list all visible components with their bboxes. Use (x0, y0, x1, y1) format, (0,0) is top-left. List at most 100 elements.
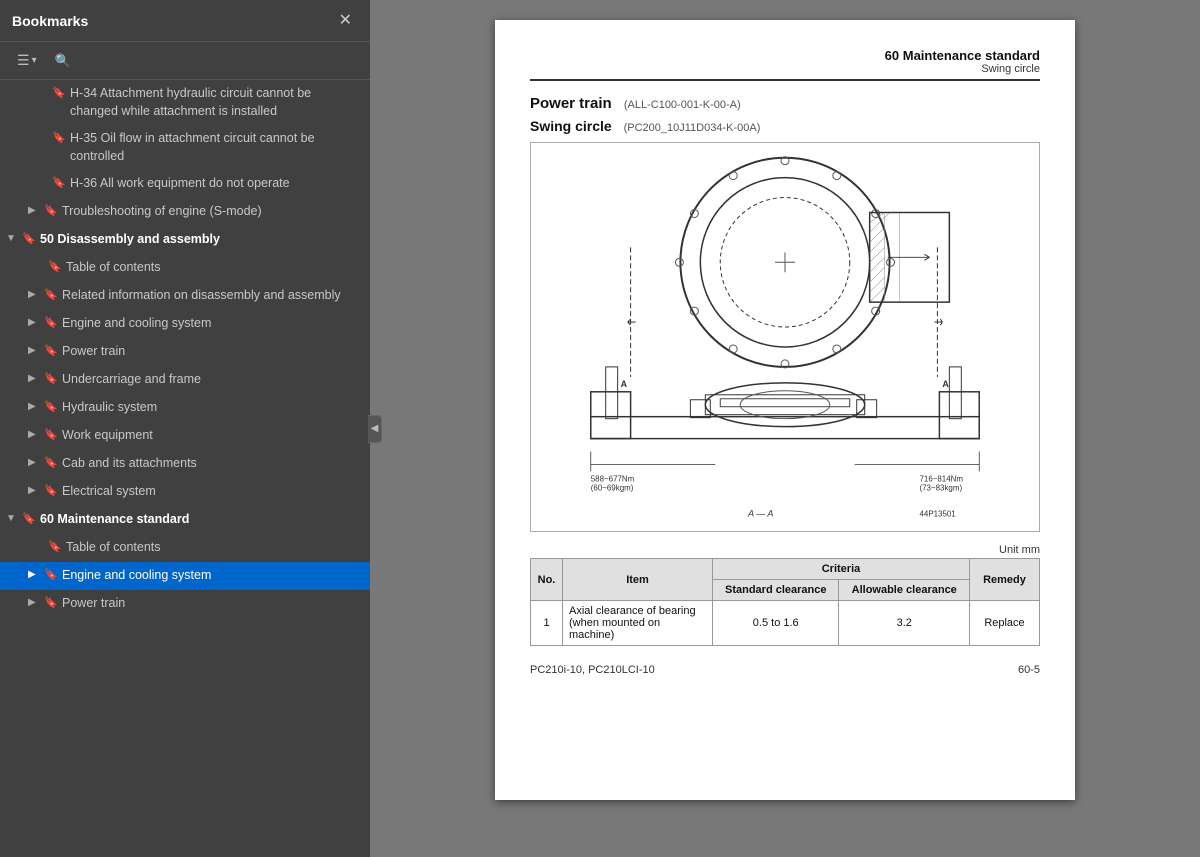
bookmark-item-engine60[interactable]: ▶ 🔖 Engine and cooling system (0, 562, 370, 590)
bookmark-icon: 🔖 (52, 176, 66, 191)
cell-item: Axial clearance of bearing (when mounted… (563, 601, 713, 646)
expand-all-button[interactable]: ☰ ▾ (10, 48, 44, 73)
bookmark-item-toc60[interactable]: 🔖 Table of contents (0, 534, 370, 562)
close-button[interactable]: ✕ (333, 11, 358, 31)
bookmark-label: H-34 Attachment hydraulic circuit cannot… (70, 85, 360, 120)
bookmark-label: Engine and cooling system (62, 567, 360, 585)
bookmark-label: 50 Disassembly and assembly (40, 231, 360, 249)
bookmark-item-electrical50[interactable]: ▶ 🔖 Electrical system (0, 478, 370, 506)
svg-text:A — A: A — A (747, 508, 773, 518)
cell-allowable: 3.2 (839, 601, 970, 646)
table-row: 1 Axial clearance of bearing (when mount… (531, 601, 1040, 646)
page-container: 60 Maintenance standard Swing circle Pow… (370, 0, 1200, 857)
bookmark-item-troubleshooting[interactable]: ▶ 🔖 Troubleshooting of engine (S-mode) (0, 198, 370, 226)
bookmark-icon: 🔖 (44, 428, 58, 443)
chevron-right-icon: ▶ (28, 400, 42, 414)
footer-page: 60-5 (1018, 664, 1040, 676)
bookmark-item-h36[interactable]: 🔖 H-36 All work equipment do not operate (0, 170, 370, 198)
svg-text:A: A (942, 379, 949, 389)
bookmark-item-undercarriage50[interactable]: ▶ 🔖 Undercarriage and frame (0, 366, 370, 394)
col-header-no: No. (531, 559, 563, 601)
bookmark-item-toc50[interactable]: 🔖 Table of contents (0, 254, 370, 282)
bookmark-icon: 🔖 (44, 456, 58, 471)
chevron-right-icon: ▶ (28, 204, 42, 218)
bookmark-label: Table of contents (66, 539, 360, 557)
sidebar-header: Bookmarks ✕ (0, 0, 370, 42)
chevron-right-icon: ▶ (28, 344, 42, 358)
svg-text:716~814Nm: 716~814Nm (919, 474, 963, 483)
bookmark-icon: 🔖 (44, 484, 58, 499)
bookmark-label: Power train (62, 343, 360, 361)
bookmark-icon: 🔖 (44, 204, 58, 219)
bookmark-item-h34[interactable]: 🔖 H-34 Attachment hydraulic circuit cann… (0, 80, 370, 125)
chevron-right-icon: ▶ (28, 288, 42, 302)
chevron-right-icon: ▶ (28, 372, 42, 386)
svg-text:A: A (621, 379, 628, 389)
bookmark-item-workequip50[interactable]: ▶ 🔖 Work equipment (0, 422, 370, 450)
main-content: 60 Maintenance standard Swing circle Pow… (370, 0, 1200, 857)
bookmark-icon: 🔖 (44, 400, 58, 415)
bookmark-label: Electrical system (62, 483, 360, 501)
bookmark-icon: 🔖 (52, 131, 66, 146)
section-code: (ALL-C100-001-K-00-A) (624, 99, 741, 111)
document-footer: PC210i-10, PC210LCI-10 60-5 (530, 664, 1040, 676)
cell-remedy: Replace (970, 601, 1040, 646)
bookmark-item-cab50[interactable]: ▶ 🔖 Cab and its attachments (0, 450, 370, 478)
bookmark-item-section60[interactable]: ▼ 🔖 60 Maintenance standard (0, 506, 370, 534)
bookmark-icon: 🔖 (44, 568, 58, 583)
bookmark-label: Related information on disassembly and a… (62, 287, 360, 305)
bookmark-item-engine50[interactable]: ▶ 🔖 Engine and cooling system (0, 310, 370, 338)
chevron-down-icon: ▼ (6, 232, 20, 246)
chevron-right-icon: ▶ (28, 596, 42, 610)
col-header-item: Item (563, 559, 713, 601)
bookmark-item-powertrain60[interactable]: ▶ 🔖 Power train (0, 590, 370, 618)
footer-model: PC210i-10, PC210LCI-10 (530, 664, 655, 676)
bookmark-item-powertrain50[interactable]: ▶ 🔖 Power train (0, 338, 370, 366)
bookmark-label: Engine and cooling system (62, 315, 360, 333)
section-heading-text: Power train (530, 95, 612, 112)
bookmark-item-section50[interactable]: ▼ 🔖 50 Disassembly and assembly (0, 226, 370, 254)
data-table: No. Item Criteria Remedy Standard cleara… (530, 558, 1040, 646)
bookmark-item-hydraulic50[interactable]: ▶ 🔖 Hydraulic system (0, 394, 370, 422)
cell-standard: 0.5 to 1.6 (713, 601, 839, 646)
bookmark-icon: 🔖 (48, 540, 62, 555)
col-header-remedy: Remedy (970, 559, 1040, 601)
bookmark-list: 🔖 H-34 Attachment hydraulic circuit cann… (0, 80, 370, 857)
bookmark-icon: 🔖 (48, 260, 62, 275)
doc-header-subtitle: Swing circle (530, 63, 1040, 75)
bookmark-icon: 🔖 (44, 344, 58, 359)
diagram-svg: 588~677Nm (60~69kgm) 716~814Nm (73~83kgm… (531, 143, 1039, 531)
bookmark-icon: 🔖 (44, 288, 58, 303)
col-header-standard: Standard clearance (713, 580, 839, 601)
col-header-allowable: Allowable clearance (839, 580, 970, 601)
svg-text:588~677Nm: 588~677Nm (591, 474, 635, 483)
bookmark-item-related[interactable]: ▶ 🔖 Related information on disassembly a… (0, 282, 370, 310)
sidebar-panel: Bookmarks ✕ ☰ ▾ 🔍 🔖 H-34 Attachment hydr… (0, 0, 370, 857)
bookmark-item-h35[interactable]: 🔖 H-35 Oil flow in attachment circuit ca… (0, 125, 370, 170)
unit-label: Unit mm (530, 544, 1040, 556)
technical-diagram: 588~677Nm (60~69kgm) 716~814Nm (73~83kgm… (530, 142, 1040, 532)
expand-icon: ☰ (17, 52, 30, 69)
chevron-right-icon: ▶ (28, 428, 42, 442)
sidebar-header-icons: ✕ (333, 11, 358, 31)
bookmark-label: Table of contents (66, 259, 360, 277)
svg-text:(73~83kgm): (73~83kgm) (919, 483, 962, 492)
search-bookmarks-button[interactable]: 🔍 (48, 49, 78, 73)
bookmark-icon: 🔖 (44, 316, 58, 331)
doc-header-title: 60 Maintenance standard (530, 48, 1040, 63)
subsection-code: (PC200_10J11D034-K-00A) (624, 122, 761, 134)
sidebar-toolbar: ☰ ▾ 🔍 (0, 42, 370, 80)
sidebar-collapse-button[interactable]: ◀ (368, 415, 382, 443)
subsection-heading-row: Swing circle (PC200_10J11D034-K-00A) (530, 118, 1040, 134)
document-header: 60 Maintenance standard Swing circle (530, 48, 1040, 81)
chevron-right-icon: ▶ (28, 316, 42, 330)
bookmark-label: Power train (62, 595, 360, 613)
bookmark-label: Cab and its attachments (62, 455, 360, 473)
search-icon: 🔍 (55, 53, 71, 69)
bookmark-icon: 🔖 (44, 372, 58, 387)
bookmark-icon: 🔖 (22, 232, 36, 247)
chevron-right-icon: ▶ (28, 456, 42, 470)
chevron-right-icon: ▶ (28, 484, 42, 498)
section-heading-row: Power train (ALL-C100-001-K-00-A) (530, 95, 1040, 112)
sidebar-title: Bookmarks (12, 13, 88, 29)
